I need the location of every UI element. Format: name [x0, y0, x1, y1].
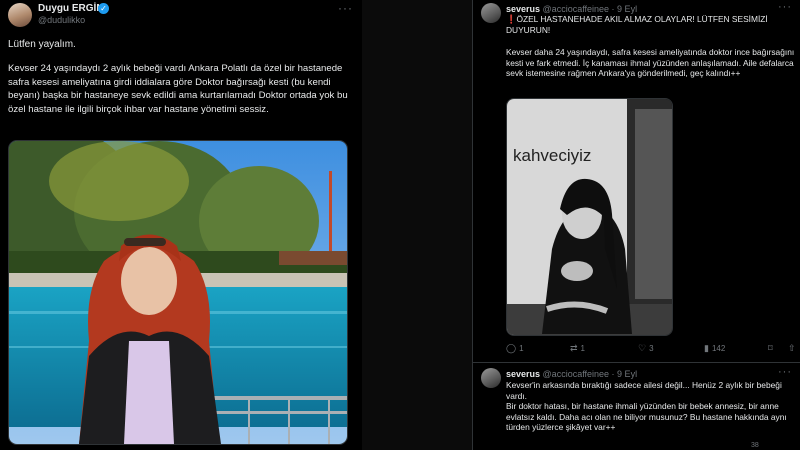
tweet-headline: ❗ÖZEL HASTANEHADE AKIL ALMAZ OLAYLAR! LÜ…: [506, 14, 796, 35]
bookmark-icon: ⌑: [768, 343, 773, 353]
avatar[interactable]: [481, 3, 501, 23]
tweet-actions: ◯ 1 ⇄ 1 ♡ 3 ▮ 142 ⌑ ⇧: [506, 343, 796, 355]
reply-button[interactable]: ◯ 1: [506, 343, 524, 354]
author-name[interactable]: severus: [506, 369, 540, 379]
tweet-text: Kevser'in arkasında bıraktığı sadece ail…: [506, 380, 796, 433]
tweet-header: severus @acciocaffeinee · 9 Eyl: [506, 369, 637, 379]
headline-text: ÖZEL HASTANEHADE AKIL ALMAZ OLAYLAR! LÜT…: [506, 14, 768, 35]
views-count: 38: [751, 442, 759, 449]
more-options-icon[interactable]: ···: [778, 1, 792, 13]
tweet-text: Kevser 24 yaşındaydı 2 aylık bebeği vard…: [8, 63, 348, 115]
tweet-photo[interactable]: [8, 140, 348, 445]
tweet-paragraph: Bir doktor hatası, bir hastane ihmali yü…: [506, 401, 787, 432]
wall-sign-text: kahveciyiz: [513, 146, 591, 165]
author-name[interactable]: Duygu ERGİN: [38, 3, 104, 14]
exclamation-icon: ❗: [506, 14, 517, 24]
reply-count: 1: [519, 344, 524, 353]
author-name[interactable]: severus: [506, 4, 540, 14]
share-icon: ⇧: [788, 343, 796, 353]
verified-badge-icon: ✓: [98, 3, 109, 14]
avatar[interactable]: [8, 3, 32, 27]
more-options-icon[interactable]: ···: [338, 1, 353, 15]
tweet-greeting: Lütfen yayalım.: [8, 39, 76, 50]
views-button[interactable]: ▮ 142: [704, 343, 725, 354]
divider: [473, 362, 800, 363]
left-tweet: Duygu ERGİN ✓ @dudulikko ··· Lütfen yaya…: [0, 0, 362, 450]
views-icon: ▮: [704, 343, 709, 353]
background-gap: [362, 0, 472, 450]
share-button[interactable]: ⇧: [788, 343, 796, 354]
retweet-icon: ⇄: [570, 343, 578, 353]
tweet-text: Kevser daha 24 yaşındaydı, safra kesesi …: [506, 47, 795, 78]
tweet-photo[interactable]: kahveciyiz: [506, 98, 673, 336]
tweet-actions-partial: 38: [506, 442, 796, 450]
like-button[interactable]: ♡ 3: [638, 343, 654, 354]
avatar[interactable]: [481, 368, 501, 388]
tweet-header: severus @acciocaffeinee · 9 Eyl: [506, 4, 637, 14]
heart-icon: ♡: [638, 343, 647, 353]
author-meta[interactable]: @acciocaffeinee · 9 Eyl: [543, 4, 638, 14]
retweet-count: 1: [580, 344, 585, 353]
tweet-paragraph: Kevser'in arkasında bıraktığı sadece ail…: [506, 380, 782, 401]
more-options-icon[interactable]: ···: [778, 366, 792, 378]
right-thread: severus @acciocaffeinee · 9 Eyl ··· ❗ÖZE…: [472, 0, 800, 450]
author-meta[interactable]: @acciocaffeinee · 9 Eyl: [543, 369, 638, 379]
retweet-button[interactable]: ⇄ 1: [570, 343, 585, 354]
author-handle[interactable]: @dudulikko: [38, 15, 85, 25]
reply-icon: ◯: [506, 343, 517, 353]
like-count: 3: [649, 344, 654, 353]
bookmark-button[interactable]: ⌑: [768, 343, 773, 354]
views-count: 142: [711, 344, 726, 353]
